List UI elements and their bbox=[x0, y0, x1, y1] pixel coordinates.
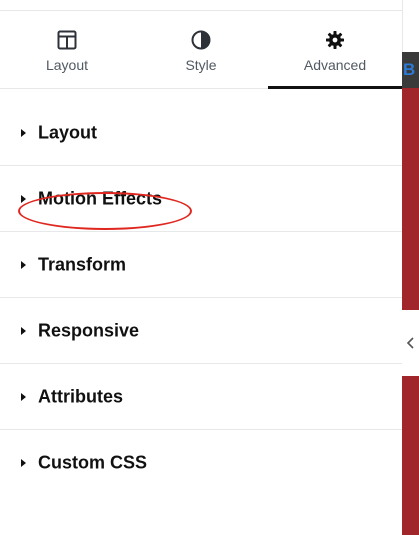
caret-right-icon bbox=[21, 326, 26, 335]
section-motion-effects[interactable]: Motion Effects bbox=[0, 166, 402, 232]
section-layout[interactable]: Layout bbox=[0, 100, 402, 166]
section-transform[interactable]: Transform bbox=[0, 232, 402, 298]
preview-header-strip: B bbox=[402, 52, 419, 88]
preview-red-block bbox=[402, 88, 419, 310]
collapse-panel-handle[interactable] bbox=[402, 310, 419, 376]
gear-icon bbox=[326, 31, 344, 49]
caret-right-icon bbox=[21, 128, 26, 137]
preview-partial-text: B bbox=[403, 60, 416, 79]
section-attributes[interactable]: Attributes bbox=[0, 364, 402, 430]
tab-label: Advanced bbox=[303, 57, 367, 73]
section-title: Motion Effects bbox=[38, 188, 162, 208]
tab-label: Style bbox=[185, 57, 217, 73]
tab-advanced[interactable]: Advanced bbox=[268, 11, 402, 89]
columns-icon bbox=[57, 30, 77, 50]
preview-red-block bbox=[402, 376, 419, 535]
panel-tabs: Layout Style Advanced bbox=[0, 11, 402, 89]
caret-right-icon bbox=[21, 194, 26, 203]
section-title: Responsive bbox=[38, 320, 140, 340]
tab-style[interactable]: Style bbox=[134, 11, 268, 88]
tab-layout[interactable]: Layout bbox=[0, 11, 134, 88]
settings-panel: Layout Style Advanced Layout Motion Effe… bbox=[0, 0, 403, 535]
section-title: Custom CSS bbox=[38, 452, 148, 473]
section-responsive[interactable]: Responsive bbox=[0, 298, 402, 364]
caret-right-icon bbox=[21, 392, 26, 401]
advanced-sections: Layout Motion Effects Transform Responsi… bbox=[0, 110, 402, 496]
section-custom-css[interactable]: Custom CSS bbox=[0, 430, 402, 496]
section-title: Transform bbox=[38, 254, 127, 274]
panel-top-strip bbox=[0, 0, 402, 11]
caret-right-icon bbox=[21, 260, 26, 269]
caret-right-icon bbox=[21, 459, 26, 467]
chevron-left-icon bbox=[406, 337, 414, 349]
contrast-icon bbox=[191, 30, 211, 50]
section-title: Attributes bbox=[38, 386, 123, 406]
tab-label: Layout bbox=[45, 57, 89, 73]
section-title: Layout bbox=[38, 122, 98, 142]
